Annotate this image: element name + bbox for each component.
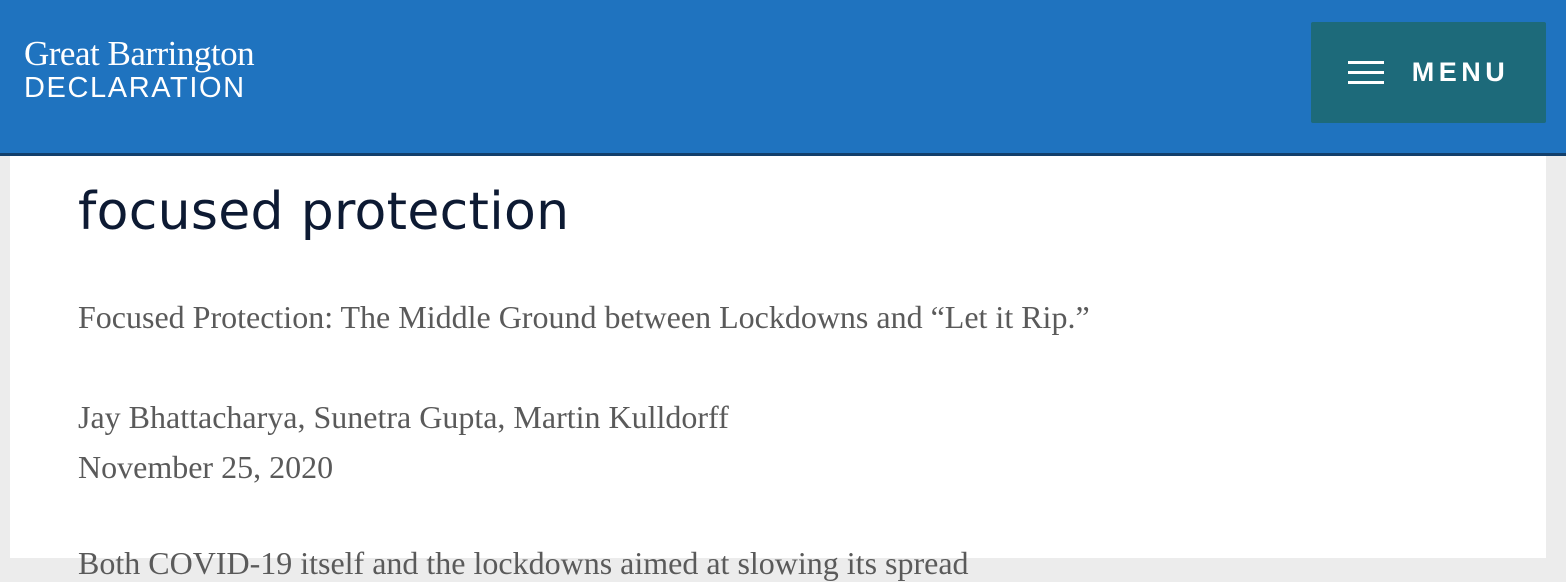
- article-authors: Jay Bhattacharya, Sunetra Gupta, Martin …: [78, 399, 729, 435]
- menu-label: MENU: [1411, 57, 1510, 87]
- page-title: focused protection: [78, 182, 570, 242]
- site-logo[interactable]: Great Barrington DECLARATION: [24, 34, 255, 105]
- article-date: November 25, 2020: [78, 449, 334, 485]
- article-subtitle: Focused Protection: The Middle Ground be…: [78, 299, 1090, 335]
- logo-line-1: Great Barrington: [24, 34, 255, 73]
- menu-button[interactable]: MENU: [1311, 22, 1546, 123]
- article-body-start: Both COVID-19 itself and the lockdowns a…: [78, 545, 969, 581]
- article-content: focused protection Focused Protection: T…: [10, 156, 1546, 581]
- hamburger-icon: [1347, 60, 1384, 85]
- site-header: Great Barrington DECLARATION MENU: [0, 0, 1566, 156]
- logo-line-2: DECLARATION: [24, 72, 246, 104]
